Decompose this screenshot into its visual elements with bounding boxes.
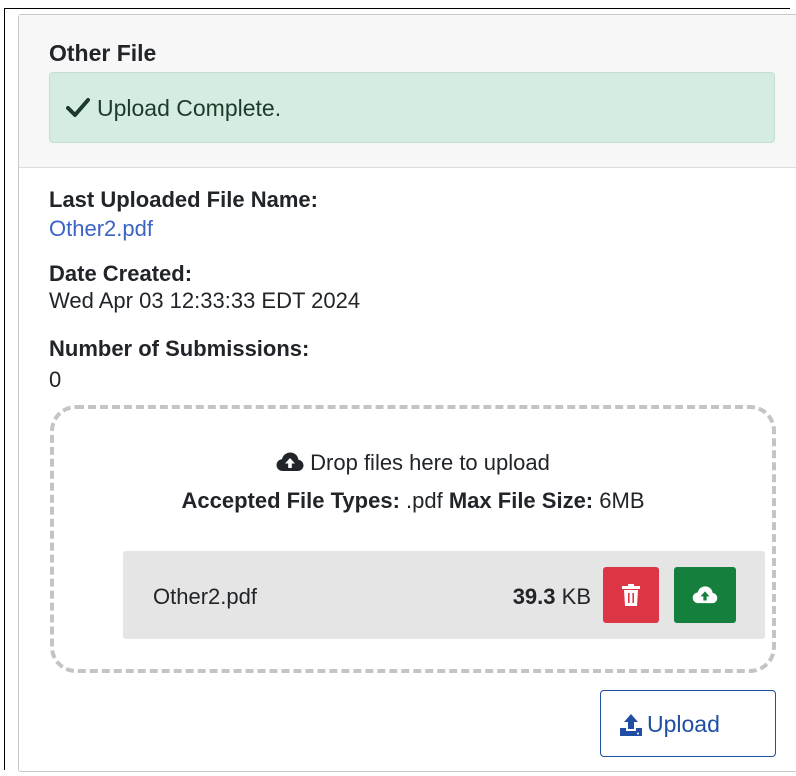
file-size-number: 39.3 xyxy=(512,584,556,609)
upload-icon xyxy=(620,714,642,736)
other-file-card: Other File Upload Complete. Last Uploade… xyxy=(18,14,796,772)
upload-file-button[interactable] xyxy=(674,567,736,623)
upload-button[interactable]: Upload xyxy=(600,690,776,757)
check-icon xyxy=(66,98,90,117)
alert-text: Upload Complete. xyxy=(97,95,282,121)
trash-icon xyxy=(622,584,640,606)
submissions-label: Number of Submissions: xyxy=(49,336,310,361)
card-title: Other File xyxy=(49,40,157,66)
dropzone-constraints: Accepted File Types: .pdf Max File Size:… xyxy=(54,488,772,514)
cloud-upload-icon xyxy=(692,586,718,604)
date-created-value: Wed Apr 03 12:33:33 EDT 2024 xyxy=(49,288,361,313)
last-uploaded-label: Last Uploaded File Name: xyxy=(49,187,318,212)
dropzone-message-text: Drop files here to upload xyxy=(310,450,550,475)
delete-file-button[interactable] xyxy=(603,567,659,623)
upload-complete-alert: Upload Complete. xyxy=(49,72,775,143)
queued-file-size: 39.3 KB xyxy=(513,584,591,610)
date-created-label: Date Created: xyxy=(49,261,193,286)
submissions-value: 0 xyxy=(49,367,62,392)
file-size-unit: KB xyxy=(561,584,591,609)
dropzone-message: Drop files here to upload xyxy=(54,450,772,476)
upload-button-label: Upload xyxy=(647,711,720,737)
last-uploaded-file-link[interactable]: Other2.pdf xyxy=(49,216,153,241)
file-dropzone[interactable]: Drop files here to upload Accepted File … xyxy=(50,405,776,673)
cloud-upload-icon xyxy=(276,452,304,471)
accepted-types-label: Accepted File Types: xyxy=(181,488,400,513)
max-size-value: 6MB xyxy=(599,488,645,513)
queued-file-name: Other2.pdf xyxy=(153,584,257,609)
accepted-types-value: .pdf xyxy=(406,488,443,513)
last-uploaded-value: Other2.pdf xyxy=(49,216,153,242)
max-size-label: Max File Size: xyxy=(448,488,594,513)
card-header: Other File Upload Complete. xyxy=(19,15,796,168)
queued-file-row: Other2.pdf 39.3 KB xyxy=(123,551,765,639)
